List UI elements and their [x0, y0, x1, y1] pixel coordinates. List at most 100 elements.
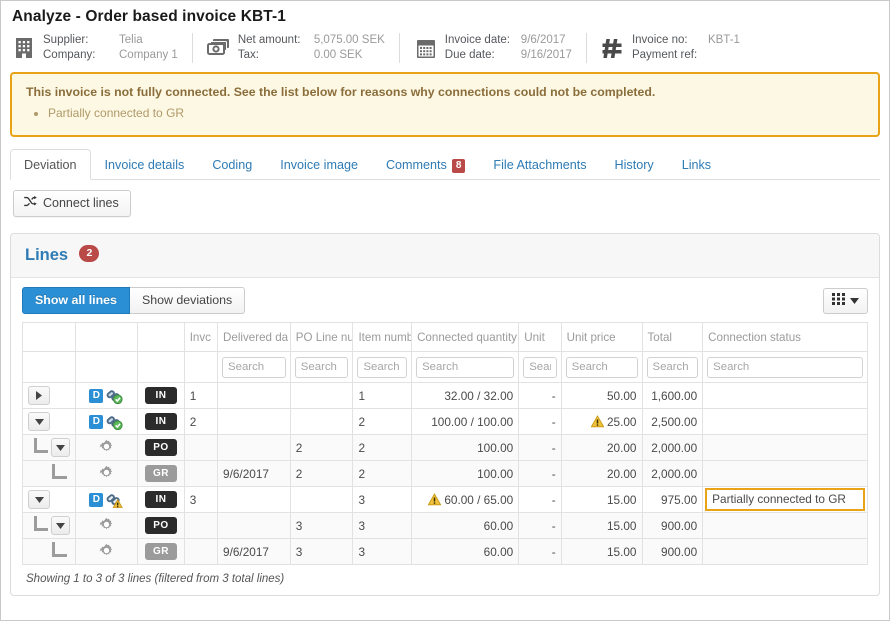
search-input-connected_quantity[interactable]: [416, 356, 515, 378]
delivered-date-cell: [217, 408, 291, 436]
col-header-icons[interactable]: [74, 322, 139, 353]
table-row[interactable]: D IN 2 2 100.00 / 100.00- 25.00 2,500.00: [22, 408, 868, 436]
col-header-total[interactable]: Total: [641, 322, 704, 353]
search-cell-invoice_line: [183, 351, 219, 384]
gear-icon[interactable]: [98, 517, 114, 532]
connection-status-cell: [702, 382, 868, 410]
row-expand-toggle[interactable]: [28, 386, 50, 406]
search-input-unit[interactable]: [523, 356, 557, 378]
info-value: 9/6/2017: [520, 34, 566, 46]
delivered-date-cell: [217, 382, 291, 410]
unit-price-value: 15.00: [606, 492, 637, 507]
info-row: Company: Company 1: [43, 48, 178, 63]
col-header-po_line_no[interactable]: PO Line nu: [289, 322, 354, 353]
show-all-lines-button[interactable]: Show all lines: [22, 287, 130, 315]
search-cell-connection_status: [702, 351, 868, 384]
table-row[interactable]: D IN 3 3 60.00 / 65.00- 15.00 975.00 Partially …: [22, 486, 868, 514]
unit-price-cell: 15.00: [560, 512, 643, 540]
lines-search-row: [22, 351, 868, 384]
connected-quantity-value: 60.00: [483, 518, 514, 533]
tab-comments[interactable]: Comments 8: [372, 149, 479, 180]
tab-history[interactable]: History: [601, 149, 668, 180]
table-row[interactable]: D IN 1 1 32.00 / 32.00- 50.00 1,600.00: [22, 382, 868, 410]
table-row[interactable]: PO 3 3 60.00- 15.00 900.00: [22, 512, 868, 540]
tree-cell: [28, 437, 70, 458]
line-type-badge: IN: [144, 491, 177, 509]
connection-status-cell: Partially connected to GR: [702, 486, 868, 514]
delivered-date-cell: [217, 512, 291, 540]
show-deviations-button[interactable]: Show deviations: [129, 287, 246, 315]
tree-cell: [28, 541, 70, 562]
connection-status-cell: [702, 408, 868, 436]
item-number-cell: 3: [352, 512, 413, 540]
search-input-total[interactable]: [646, 356, 699, 378]
col-header-item_number[interactable]: Item numb: [352, 322, 413, 353]
col-header-unit[interactable]: Unit: [518, 322, 562, 353]
line-type-badge: PO: [144, 439, 177, 457]
table-row[interactable]: GR 9/6/2017 3 3 60.00-15.00 900.00: [22, 538, 868, 566]
table-row[interactable]: PO 2 2 100.00- 20.00 2,000.00: [22, 434, 868, 462]
row-expand-toggle[interactable]: [28, 490, 50, 510]
delivered-date-cell: [217, 434, 291, 462]
col-header-unit_price[interactable]: Unit price: [560, 322, 643, 353]
lines-panel: Lines 2 Show all lines Show deviations I…: [10, 233, 880, 597]
col-header-connected_quantity[interactable]: Connected quantity: [411, 322, 520, 353]
line-type-badge: IN: [144, 413, 177, 431]
link-ok-icon[interactable]: [106, 388, 123, 405]
row-icons-cell: [74, 434, 139, 462]
search-input-unit_price[interactable]: [565, 356, 638, 378]
tab-invoice-details[interactable]: Invoice details: [91, 149, 199, 180]
unit-cell: -: [518, 382, 562, 410]
unit-cell: -: [518, 538, 562, 566]
tab-invoice-image[interactable]: Invoice image: [266, 149, 372, 180]
search-input-item_number[interactable]: [357, 356, 408, 378]
connect-lines-button[interactable]: Connect lines: [13, 190, 131, 217]
po-line-no-cell: 2: [289, 434, 354, 462]
link-ok-icon[interactable]: [106, 414, 123, 431]
row-type-cell: IN: [137, 382, 185, 410]
alert-reason-item: Partially connected to GR: [48, 105, 864, 122]
info-row: Tax: 0.00 SEK: [238, 48, 385, 63]
info-value: 5,075.00 SEK: [313, 34, 385, 46]
col-header-invoice_line[interactable]: Invc: [183, 322, 219, 353]
col-header-delivered_date[interactable]: Delivered da: [217, 322, 291, 353]
tab-coding[interactable]: Coding: [198, 149, 266, 180]
total-cell: 975.00: [641, 486, 704, 514]
search-input-po_line_no[interactable]: [294, 356, 349, 378]
row-expand-toggle[interactable]: [50, 516, 70, 536]
table-row[interactable]: GR 9/6/2017 2 2 100.00-20.00 2,000.00: [22, 460, 868, 488]
column-chooser-button[interactable]: [823, 287, 868, 314]
row-toggle-cell: [22, 460, 76, 488]
link-warn-icon[interactable]: [106, 492, 124, 509]
tab-deviation[interactable]: Deviation: [10, 149, 91, 180]
unit-price-value: 15.00: [606, 518, 637, 533]
connected-quantity-cell: 60.00: [411, 538, 520, 566]
info-label: Supplier:: [43, 34, 89, 46]
col-header-connection_status[interactable]: Connection status: [702, 322, 868, 353]
search-input-delivered_date[interactable]: [222, 356, 286, 378]
alert-reason-list: Partially connected to GR: [26, 105, 864, 122]
row-expand-toggle[interactable]: [28, 412, 50, 432]
unit-cell: -: [518, 408, 562, 436]
row-type-cell: GR: [137, 460, 185, 488]
line-type-badge: GR: [144, 543, 177, 561]
row-icon-pair: D: [89, 388, 123, 405]
search-cell-po_line_no: [289, 351, 354, 384]
connection-status-cell: [702, 434, 868, 462]
tab-links[interactable]: Links: [668, 149, 725, 180]
col-header-toggle[interactable]: [22, 322, 76, 353]
item-number-cell: 2: [352, 434, 413, 462]
tab-file-attachments[interactable]: File Attachments: [479, 149, 600, 180]
gear-icon[interactable]: [98, 543, 114, 558]
tree-elbow-icon: [34, 515, 48, 531]
gear-icon[interactable]: [98, 439, 114, 454]
total-cell: 900.00: [641, 538, 704, 566]
row-expand-toggle[interactable]: [50, 438, 70, 458]
search-input-connection_status[interactable]: [707, 356, 863, 378]
total-cell: 1,600.00: [641, 382, 704, 410]
search-cell-type: [137, 351, 185, 384]
col-header-type[interactable]: [137, 322, 185, 353]
gear-icon[interactable]: [98, 465, 114, 480]
line-type-badge: GR: [144, 465, 177, 483]
info-rows: Invoice date: 9/6/2017 Due date: 9/16/2017: [445, 33, 572, 63]
